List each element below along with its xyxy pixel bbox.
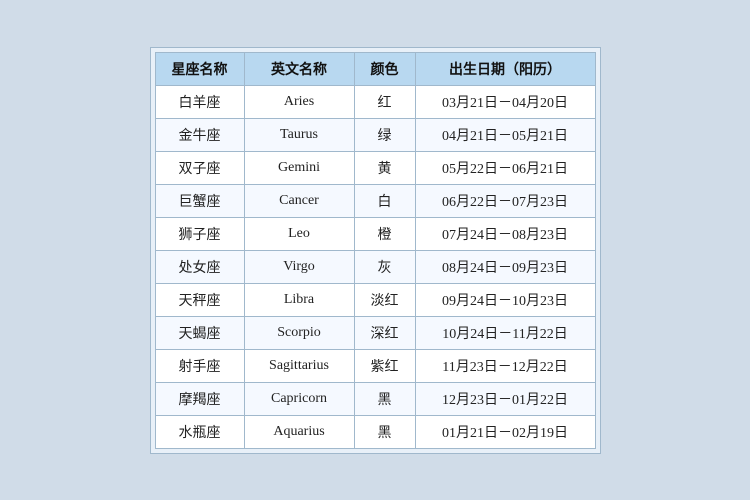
- zodiac-table: 星座名称 英文名称 颜色 出生日期（阳历） 白羊座Aries红03月21日－04…: [155, 52, 596, 449]
- cell-english: Sagittarius: [244, 349, 354, 382]
- cell-english: Libra: [244, 283, 354, 316]
- cell-color: 深红: [354, 316, 415, 349]
- header-english: 英文名称: [244, 52, 354, 85]
- cell-chinese: 水瓶座: [155, 415, 244, 448]
- cell-color: 白: [354, 184, 415, 217]
- cell-color: 红: [354, 85, 415, 118]
- cell-color: 紫红: [354, 349, 415, 382]
- table-header-row: 星座名称 英文名称 颜色 出生日期（阳历）: [155, 52, 595, 85]
- table-row: 狮子座Leo橙07月24日－08月23日: [155, 217, 595, 250]
- cell-english: Aries: [244, 85, 354, 118]
- cell-english: Virgo: [244, 250, 354, 283]
- cell-english: Scorpio: [244, 316, 354, 349]
- cell-color: 黑: [354, 382, 415, 415]
- cell-date: 07月24日－08月23日: [415, 217, 595, 250]
- cell-chinese: 巨蟹座: [155, 184, 244, 217]
- cell-chinese: 金牛座: [155, 118, 244, 151]
- cell-color: 淡红: [354, 283, 415, 316]
- header-chinese: 星座名称: [155, 52, 244, 85]
- table-row: 天蝎座Scorpio深红10月24日－11月22日: [155, 316, 595, 349]
- cell-chinese: 双子座: [155, 151, 244, 184]
- table-row: 金牛座Taurus绿04月21日－05月21日: [155, 118, 595, 151]
- cell-color: 橙: [354, 217, 415, 250]
- header-color: 颜色: [354, 52, 415, 85]
- cell-date: 05月22日－06月21日: [415, 151, 595, 184]
- cell-date: 04月21日－05月21日: [415, 118, 595, 151]
- table-row: 白羊座Aries红03月21日－04月20日: [155, 85, 595, 118]
- cell-date: 10月24日－11月22日: [415, 316, 595, 349]
- cell-chinese: 射手座: [155, 349, 244, 382]
- cell-chinese: 天秤座: [155, 283, 244, 316]
- zodiac-table-container: 星座名称 英文名称 颜色 出生日期（阳历） 白羊座Aries红03月21日－04…: [150, 47, 601, 454]
- cell-date: 06月22日－07月23日: [415, 184, 595, 217]
- table-row: 摩羯座Capricorn黑12月23日－01月22日: [155, 382, 595, 415]
- table-row: 射手座Sagittarius紫红11月23日－12月22日: [155, 349, 595, 382]
- cell-chinese: 摩羯座: [155, 382, 244, 415]
- cell-english: Cancer: [244, 184, 354, 217]
- cell-english: Gemini: [244, 151, 354, 184]
- cell-english: Leo: [244, 217, 354, 250]
- cell-date: 11月23日－12月22日: [415, 349, 595, 382]
- cell-date: 12月23日－01月22日: [415, 382, 595, 415]
- cell-color: 灰: [354, 250, 415, 283]
- cell-date: 01月21日－02月19日: [415, 415, 595, 448]
- table-row: 处女座Virgo灰08月24日－09月23日: [155, 250, 595, 283]
- cell-english: Capricorn: [244, 382, 354, 415]
- cell-color: 黑: [354, 415, 415, 448]
- cell-color: 绿: [354, 118, 415, 151]
- cell-chinese: 天蝎座: [155, 316, 244, 349]
- cell-color: 黄: [354, 151, 415, 184]
- cell-date: 03月21日－04月20日: [415, 85, 595, 118]
- cell-english: Aquarius: [244, 415, 354, 448]
- table-row: 巨蟹座Cancer白06月22日－07月23日: [155, 184, 595, 217]
- table-row: 双子座Gemini黄05月22日－06月21日: [155, 151, 595, 184]
- cell-english: Taurus: [244, 118, 354, 151]
- cell-date: 09月24日－10月23日: [415, 283, 595, 316]
- table-row: 水瓶座Aquarius黑01月21日－02月19日: [155, 415, 595, 448]
- cell-chinese: 处女座: [155, 250, 244, 283]
- header-date: 出生日期（阳历）: [415, 52, 595, 85]
- cell-date: 08月24日－09月23日: [415, 250, 595, 283]
- cell-chinese: 狮子座: [155, 217, 244, 250]
- table-row: 天秤座Libra淡红09月24日－10月23日: [155, 283, 595, 316]
- cell-chinese: 白羊座: [155, 85, 244, 118]
